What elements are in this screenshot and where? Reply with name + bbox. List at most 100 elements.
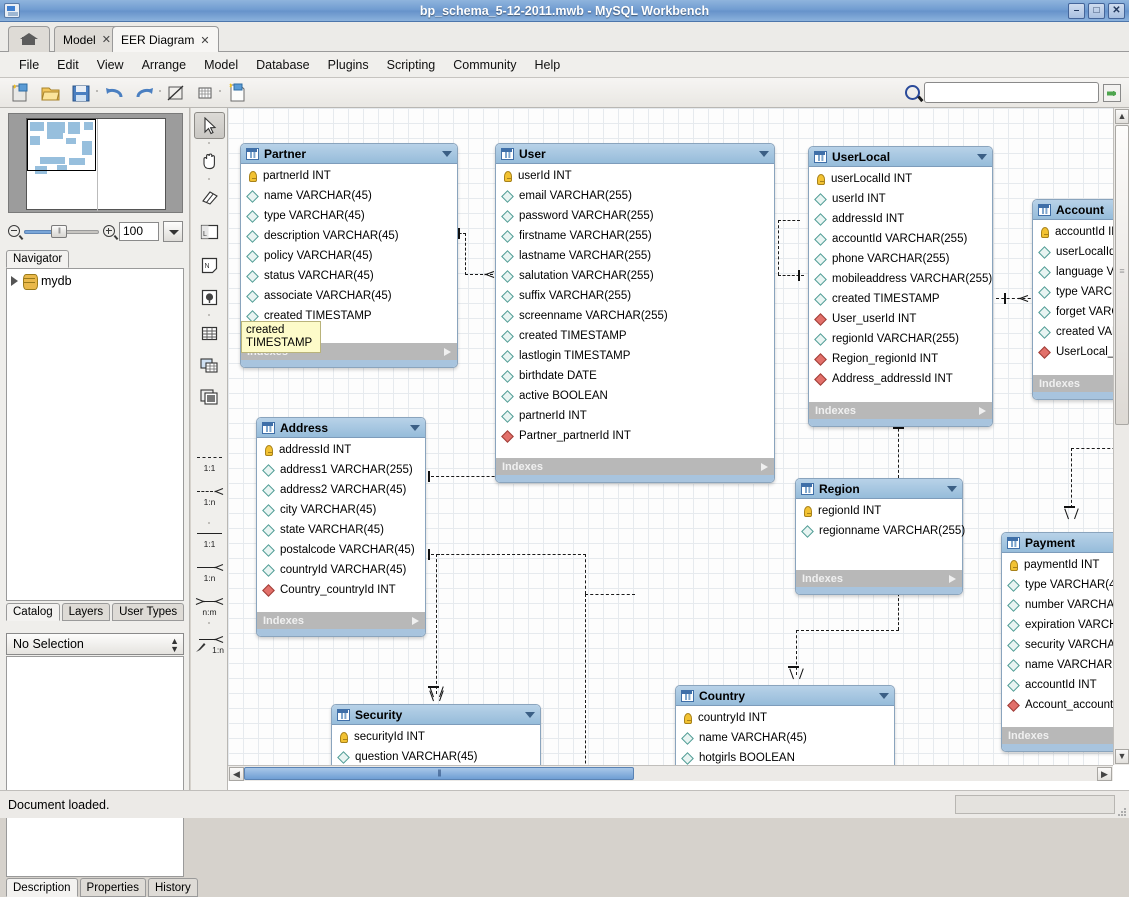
er-table-account-header[interactable]: Account [1033, 200, 1113, 220]
menu-database[interactable]: Database [247, 55, 319, 75]
tab-description[interactable]: Description [6, 878, 78, 897]
catalog-tree[interactable]: mydb [6, 268, 184, 601]
chevron-down-icon[interactable] [410, 424, 420, 431]
tab-user-types[interactable]: User Types [112, 603, 185, 621]
zoom-in-icon[interactable] [103, 225, 115, 237]
hand-tool[interactable] [194, 148, 225, 175]
er-table-country[interactable]: Country countryId INT name VARCHAR(45) h… [675, 685, 895, 765]
expand-arrow-icon[interactable] [11, 276, 18, 286]
eer-diagram-tab-close-icon[interactable]: ✕ [200, 34, 209, 47]
er-table-region[interactable]: Region regionId INT regionname VARCHAR(2… [795, 478, 965, 595]
chevron-down-icon[interactable] [879, 692, 889, 699]
er-table-address[interactable]: Address addressId INT address1 VARCHAR(2… [256, 417, 426, 637]
scroll-down-button[interactable]: ▼ [1115, 749, 1129, 764]
er-table-userlocal[interactable]: UserLocal userLocalId INT userId INT add… [808, 146, 993, 427]
scroll-right-button[interactable]: ▶ [1097, 767, 1112, 781]
zoom-dropdown-button[interactable] [163, 220, 183, 242]
tab-layers[interactable]: Layers [61, 603, 111, 621]
menu-file[interactable]: File [10, 55, 48, 75]
model-tab[interactable]: Model ✕ [54, 26, 120, 52]
rel-1-n-non-identifying-tool[interactable]: 1:n [194, 556, 225, 586]
tab-history[interactable]: History [147, 878, 198, 897]
schema-tree-item-mydb[interactable]: mydb [11, 274, 72, 290]
menu-help[interactable]: Help [525, 55, 569, 75]
pointer-tool[interactable] [194, 112, 225, 139]
chevron-down-icon[interactable] [977, 153, 987, 160]
menu-view[interactable]: View [88, 55, 133, 75]
expand-indexes-icon[interactable] [412, 616, 419, 625]
description-panel[interactable] [6, 656, 184, 877]
maximize-button[interactable]: □ [1088, 3, 1105, 19]
tab-properties[interactable]: Properties [79, 878, 146, 897]
home-tab[interactable] [8, 26, 50, 52]
er-table-account-indexes[interactable]: Indexes [1033, 375, 1113, 392]
er-table-payment-indexes[interactable]: Indexes [1002, 727, 1113, 744]
new-diagram-icon[interactable] [226, 82, 248, 104]
scroll-up-button[interactable]: ▲ [1115, 109, 1129, 124]
zoom-slider[interactable] [24, 225, 99, 238]
menu-community[interactable]: Community [444, 55, 525, 75]
eraser-tool[interactable] [194, 184, 225, 211]
horizontal-scrollbar[interactable]: ◀ ▶ [228, 765, 1113, 781]
image-tool[interactable] [194, 284, 225, 311]
er-table-address-header[interactable]: Address [257, 418, 425, 438]
er-table-payment[interactable]: Payment paymentId INT type VARCHAR(45) n… [1001, 532, 1113, 752]
rel-1-n-identifying-tool[interactable]: 1:n [194, 480, 225, 510]
menu-edit[interactable]: Edit [48, 55, 88, 75]
zoom-out-icon[interactable] [8, 225, 20, 237]
search-input[interactable] [924, 82, 1099, 103]
er-table-partner-header[interactable]: Partner [241, 144, 457, 164]
resize-grip[interactable] [1117, 806, 1127, 816]
menu-model[interactable]: Model [195, 55, 247, 75]
model-tab-close-icon[interactable]: ✕ [102, 33, 111, 46]
er-table-security[interactable]: Security securityId INT question VARCHAR… [331, 704, 541, 765]
zoom-slider-thumb[interactable] [51, 225, 67, 238]
grid-icon[interactable] [194, 82, 216, 104]
chevron-down-icon[interactable] [759, 150, 769, 157]
er-table-payment-header[interactable]: Payment [1002, 533, 1113, 553]
table-tool[interactable] [194, 320, 225, 347]
expand-indexes-icon[interactable] [949, 574, 956, 583]
menu-plugins[interactable]: Plugins [319, 55, 378, 75]
expand-indexes-icon[interactable] [444, 347, 451, 356]
navigator-preview[interactable] [8, 113, 183, 213]
er-table-userlocal-header[interactable]: UserLocal [809, 147, 992, 167]
scroll-left-button[interactable]: ◀ [229, 767, 244, 781]
eer-diagram-canvas[interactable]: Partner partnerId INT name VARCHAR(45) t… [228, 108, 1113, 765]
er-table-user-indexes[interactable]: Indexes [496, 458, 774, 475]
er-table-security-header[interactable]: Security [332, 705, 540, 725]
search-go-button[interactable] [1103, 83, 1121, 102]
chevron-down-icon[interactable] [442, 150, 452, 157]
rel-n-m-tool[interactable]: n:m [194, 590, 225, 620]
close-button[interactable]: ✕ [1108, 3, 1125, 19]
navigator-viewport[interactable] [27, 119, 96, 171]
view-tool[interactable] [194, 352, 225, 379]
menu-scripting[interactable]: Scripting [378, 55, 445, 75]
chevron-down-icon[interactable] [947, 485, 957, 492]
er-table-address-indexes[interactable]: Indexes [257, 612, 425, 629]
er-table-account[interactable]: Account accountId INT userLocalId INT la… [1032, 199, 1113, 400]
save-model-icon[interactable] [70, 82, 92, 104]
redo-icon[interactable] [133, 82, 155, 104]
zoom-value-input[interactable] [119, 221, 159, 241]
selection-dropdown[interactable]: No Selection ▲ ▼ [6, 633, 184, 655]
layer-tool[interactable]: L [194, 218, 225, 245]
undo-icon[interactable] [104, 82, 126, 104]
chevron-down-icon[interactable] [525, 711, 535, 718]
er-table-user[interactable]: User userId INT email VARCHAR(255) passw… [495, 143, 775, 483]
expand-indexes-icon[interactable] [761, 462, 768, 471]
rel-place-1-n-tool[interactable]: 1:n [194, 628, 225, 658]
rel-1-1-non-identifying-tool[interactable]: 1:1 [194, 522, 225, 552]
eer-diagram-tab[interactable]: EER Diagram ✕ [112, 26, 219, 53]
horizontal-scrollbar-thumb[interactable] [244, 767, 634, 780]
note-tool[interactable]: N [194, 252, 225, 279]
navigator-tab[interactable]: Navigator [6, 250, 70, 268]
menu-arrange[interactable]: Arrange [133, 55, 195, 75]
open-model-icon[interactable] [40, 82, 62, 104]
rel-1-1-identifying-tool[interactable]: 1:1 [194, 446, 225, 476]
minimize-button[interactable]: – [1068, 3, 1085, 19]
toggle-grid-icon[interactable] [165, 82, 187, 104]
er-table-userlocal-indexes[interactable]: Indexes [809, 402, 992, 419]
expand-indexes-icon[interactable] [979, 406, 986, 415]
vertical-scrollbar-thumb[interactable] [1115, 125, 1129, 425]
